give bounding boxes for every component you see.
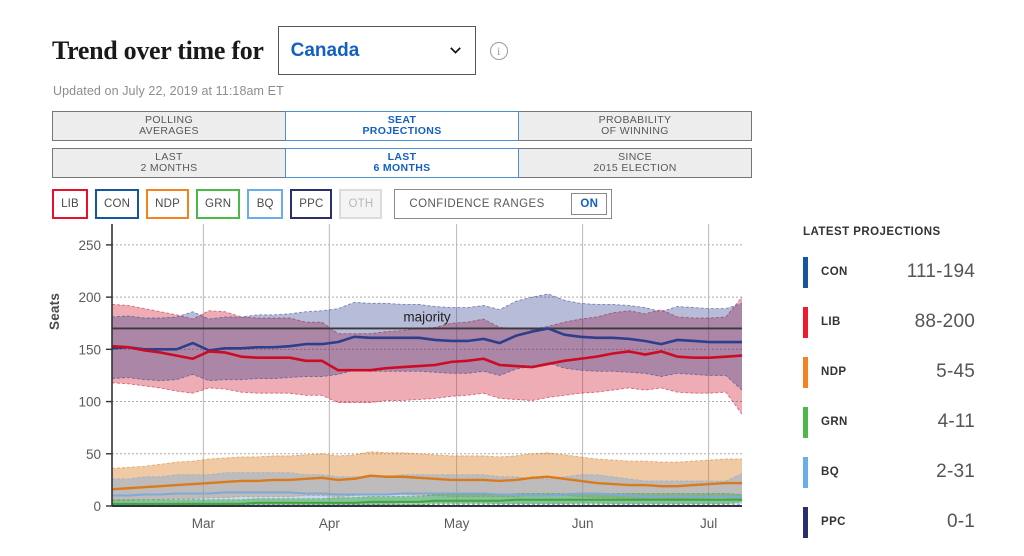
secondary-tab-row: LAST 2 MONTHS LAST 6 MONTHS SINCE 2015 E… [52, 148, 752, 178]
latest-projections-title: LATEST PROJECTIONS [803, 226, 941, 238]
party-name: CON [821, 266, 848, 278]
party-color-swatch [803, 406, 808, 438]
list-item[interactable]: PPC 0-1 [803, 505, 1003, 539]
seat-range: 88-200 [914, 311, 975, 332]
region-select-value: Canada [290, 39, 360, 61]
chart-canvas: majority 0 50 100 150 200 250 Mar Apr May Jun Jul [78, 224, 743, 531]
y-tick-label: 100 [78, 395, 101, 410]
seat-range: 5-45 [936, 361, 975, 382]
info-glyph: i [496, 43, 501, 58]
tab-since-2015-election[interactable]: SINCE 2015 ELECTION [518, 148, 752, 178]
party-filter-label: GRN [205, 198, 232, 210]
chevron-down-icon [449, 46, 461, 54]
trend-chart: majority 0 50 100 150 200 250 Mar Apr May Jun Jul [40, 222, 780, 544]
party-name: BQ [821, 466, 840, 478]
party-color-swatch [803, 506, 808, 538]
party-filter-oth: OTH [339, 189, 383, 219]
list-item[interactable]: CON 111-194 [803, 255, 1003, 289]
party-filter-label: OTH [348, 198, 374, 210]
list-item[interactable]: GRN 4-11 [803, 405, 1003, 439]
updated-timestamp: Updated on July 22, 2019 at 11:18am ET [53, 84, 284, 98]
x-tick-label: Mar [192, 516, 216, 531]
seat-range: 2-31 [936, 461, 975, 482]
tab-label-line2: OF WINNING [601, 125, 669, 137]
majority-label: majority [403, 309, 451, 324]
list-item[interactable]: LIB 88-200 [803, 305, 1003, 339]
party-filter-lib[interactable]: LIB [52, 189, 88, 219]
tab-label-line2: AVERAGES [139, 125, 199, 137]
seat-range: 111-194 [906, 261, 975, 282]
party-filter-label: BQ [256, 198, 274, 210]
party-color-swatch [803, 256, 808, 288]
x-tick-label: Apr [319, 516, 341, 531]
x-tick-label: May [444, 516, 470, 531]
tab-probability-of-winning[interactable]: PROBABILITY OF WINNING [518, 111, 752, 141]
seat-range: 4-11 [937, 411, 975, 432]
latest-projections-panel: LATEST PROJECTIONS CON 111-194 LIB 88-20… [803, 226, 1003, 555]
party-filter-ndp[interactable]: NDP [146, 189, 190, 219]
list-item[interactable]: NDP 5-45 [803, 355, 1003, 389]
party-filter-label: NDP [155, 198, 181, 210]
party-name: NDP [821, 366, 847, 378]
party-color-swatch [803, 306, 808, 338]
seat-range: 0-1 [946, 511, 975, 532]
party-filter-grn[interactable]: GRN [196, 189, 241, 219]
confidence-ranges-toggle[interactable]: ON [571, 193, 608, 215]
x-tick-label: Jun [572, 516, 594, 531]
party-filter-label: PPC [299, 198, 324, 210]
tab-last-2-months[interactable]: LAST 2 MONTHS [52, 148, 286, 178]
party-color-swatch [803, 456, 808, 488]
region-select[interactable]: Canada [277, 26, 476, 75]
tab-polling-averages[interactable]: POLLING AVERAGES [52, 111, 286, 141]
y-tick-label: 250 [78, 238, 101, 253]
party-filter-ppc[interactable]: PPC [290, 189, 333, 219]
confidence-ranges-control[interactable]: CONFIDENCE RANGES ON [394, 189, 613, 219]
tab-last-6-months[interactable]: LAST 6 MONTHS [285, 148, 519, 178]
list-item[interactable]: BQ 2-31 [803, 455, 1003, 489]
header: Trend over time for Canada i [52, 26, 508, 75]
party-name: GRN [821, 416, 848, 428]
party-filter-con[interactable]: CON [95, 189, 140, 219]
page-title: Trend over time for [52, 35, 264, 65]
party-filter-bq[interactable]: BQ [247, 189, 284, 219]
tab-seat-projections[interactable]: SEAT PROJECTIONS [285, 111, 519, 141]
party-color-swatch [803, 356, 808, 388]
tab-label-line2: PROJECTIONS [362, 125, 442, 137]
party-filter-label: LIB [61, 198, 79, 210]
y-tick-label: 0 [93, 499, 101, 514]
party-filter-label: CON [104, 198, 131, 210]
tab-label-line2: 2 MONTHS [140, 162, 198, 174]
primary-tab-row: POLLING AVERAGES SEAT PROJECTIONS PROBAB… [52, 111, 752, 141]
x-tick-label: Jul [700, 516, 717, 531]
y-tick-label: 50 [86, 447, 101, 462]
tab-label-line2: 2015 ELECTION [593, 162, 677, 174]
party-filter-row: LIB CON NDP GRN BQ PPC OTH CONFIDENCE RA… [52, 189, 613, 219]
party-name: LIB [821, 316, 841, 328]
party-name: PPC [821, 516, 846, 528]
y-tick-label: 150 [78, 342, 101, 357]
confidence-ranges-label: CONFIDENCE RANGES [409, 198, 545, 210]
info-icon[interactable]: i [489, 41, 508, 60]
tab-label-line2: 6 MONTHS [373, 162, 431, 174]
y-tick-label: 200 [78, 290, 101, 305]
